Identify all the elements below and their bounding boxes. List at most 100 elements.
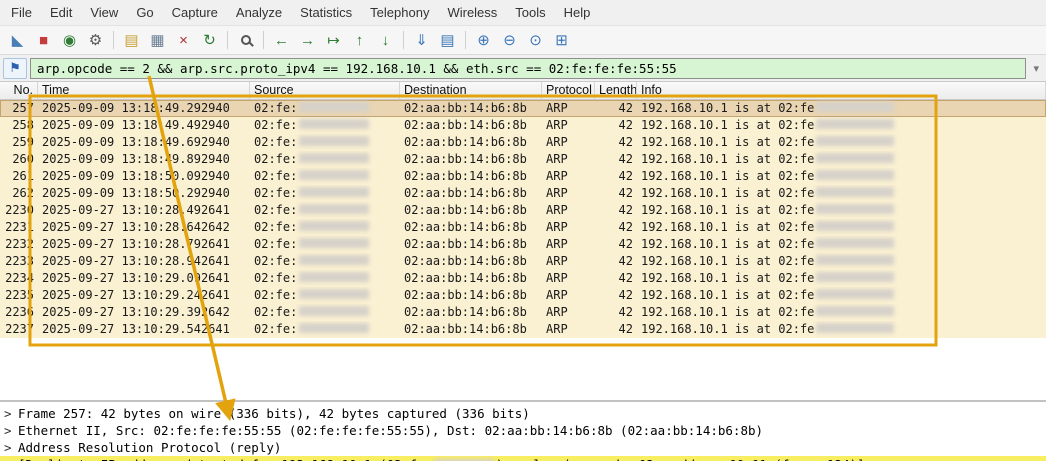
menu-edit[interactable]: Edit <box>41 1 81 24</box>
redacted-blur <box>299 221 370 231</box>
redacted-blur <box>299 204 370 214</box>
detail-line-warning[interactable]: >[Duplicate IP address detected for 192.… <box>0 456 1046 461</box>
packet-row[interactable]: 2233 2025-09-27 13:10:28.942641 02:fe: 02:a… <box>0 253 1046 270</box>
column-header-info[interactable]: Info <box>637 82 1046 99</box>
cell-time: 2025-09-27 13:10:28.642642 <box>42 220 230 234</box>
cell-time: 2025-09-27 13:10:29.092641 <box>42 271 230 285</box>
packet-row[interactable]: 261 2025-09-09 13:18:50.092940 02:fe: 02:aa… <box>0 168 1046 185</box>
close-file-icon[interactable]: × <box>171 28 196 53</box>
auto-scroll-icon[interactable]: ⇓ <box>409 28 434 53</box>
resize-columns-icon[interactable]: ⊞ <box>549 28 574 53</box>
cell-time: 2025-09-09 13:18:49.492940 <box>42 118 230 132</box>
packet-list-empty-area <box>0 370 1046 400</box>
bookmark-icon: ⚑ <box>9 60 21 75</box>
packet-details-pane: > Frame 257: 42 bytes on wire (336 bits),… <box>0 402 1046 461</box>
redacted-blur <box>299 102 370 112</box>
expander-icon[interactable]: > <box>4 456 18 461</box>
menu-go[interactable]: Go <box>127 1 162 24</box>
menu-bar: File Edit View Go Capture Analyze Statistics Te… <box>0 0 1046 26</box>
cell-no: 2237 <box>5 322 34 336</box>
packet-row[interactable]: 260 2025-09-09 13:18:49.892940 02:fe: 02:aa… <box>0 151 1046 168</box>
packet-row[interactable]: 2234 2025-09-27 13:10:29.092641 02:fe: 02:a… <box>0 270 1046 287</box>
colorize-icon[interactable]: ▤ <box>435 28 460 53</box>
menu-wireless[interactable]: Wireless <box>438 1 506 24</box>
cell-no: 259 <box>12 135 34 149</box>
display-filter-input[interactable] <box>30 57 1027 79</box>
filter-bookmark-button[interactable]: ⚑ <box>3 57 27 79</box>
cell-len: 42 <box>618 152 633 166</box>
menu-telephony[interactable]: Telephony <box>361 1 438 24</box>
packet-list: 257 2025-09-09 13:18:49.292940 02:fe: 02:aa… <box>0 100 1046 370</box>
cell-dst: 02:aa:bb:14:b6:8b <box>404 220 527 234</box>
cell-len: 42 <box>618 288 633 302</box>
open-file-icon[interactable]: ▤ <box>119 28 144 53</box>
detail-line[interactable]: > Frame 257: 42 bytes on wire (336 bits),… <box>0 405 1046 422</box>
packet-row[interactable]: 2231 2025-09-27 13:10:28.642642 02:fe: 02:a… <box>0 219 1046 236</box>
packet-row[interactable]: 257 2025-09-09 13:18:49.292940 02:fe: 02:aa… <box>0 100 1046 117</box>
menu-statistics[interactable]: Statistics <box>291 1 361 24</box>
redacted-blur <box>816 272 895 282</box>
packet-row[interactable]: 258 2025-09-09 13:18:49.492940 02:fe: 02:aa… <box>0 117 1046 134</box>
column-header-no[interactable]: No. <box>0 82 38 99</box>
start-capture-icon[interactable]: ◣ <box>5 28 30 53</box>
packet-row[interactable]: 2236 2025-09-27 13:10:29.392642 02:fe: 02:a… <box>0 304 1046 321</box>
cell-pro: ARP <box>546 135 568 149</box>
stop-capture-icon[interactable]: ■ <box>31 28 56 53</box>
cell-no: 2232 <box>5 237 34 251</box>
packet-row[interactable]: 2230 2025-09-27 13:10:28.492641 02:fe: 02:a… <box>0 202 1046 219</box>
zoom-in-icon[interactable]: ⊕ <box>471 28 496 53</box>
cell-time: 2025-09-09 13:18:49.292940 <box>42 101 230 115</box>
column-header-time[interactable]: Time <box>38 82 250 99</box>
cell-info: 192.168.10.1 is at 02:fe <box>637 287 1046 304</box>
cell-info: 192.168.10.1 is at 02:fe <box>637 117 1046 134</box>
cell-pro: ARP <box>546 220 568 234</box>
detail-line[interactable]: > Ethernet II, Src: 02:fe:fe:fe:55:55 (02… <box>0 422 1046 439</box>
redacted-blur <box>816 221 895 231</box>
capture-options-icon[interactable]: ⚙ <box>83 28 108 53</box>
menu-tools[interactable]: Tools <box>506 1 554 24</box>
first-packet-icon[interactable]: ↑ <box>347 28 372 53</box>
menu-view[interactable]: View <box>81 1 127 24</box>
find-packet-icon[interactable] <box>233 28 258 53</box>
zoom-reset-icon[interactable]: ⊙ <box>523 28 548 53</box>
zoom-out-icon[interactable]: ⊖ <box>497 28 522 53</box>
packet-row[interactable]: 2237 2025-09-27 13:10:29.542641 02:fe: 02:a… <box>0 321 1046 338</box>
expander-icon[interactable]: > <box>4 405 18 422</box>
go-to-packet-icon[interactable]: ↦ <box>321 28 346 53</box>
cell-no: 2233 <box>5 254 34 268</box>
column-header-destination[interactable]: Destination <box>400 82 542 99</box>
cell-src: 02:fe: <box>250 253 400 270</box>
packet-row[interactable]: 262 2025-09-09 13:18:50.292940 02:fe: 02:aa… <box>0 185 1046 202</box>
redacted-blur <box>816 119 895 129</box>
go-forward-icon[interactable]: → <box>295 28 320 53</box>
menu-capture[interactable]: Capture <box>163 1 227 24</box>
redacted-blur <box>299 238 370 248</box>
menu-file[interactable]: File <box>2 1 41 24</box>
redacted-blur <box>816 170 895 180</box>
menu-analyze[interactable]: Analyze <box>227 1 291 24</box>
column-header-source[interactable]: Source <box>250 82 400 99</box>
reload-icon[interactable]: ↻ <box>197 28 222 53</box>
expander-icon[interactable]: > <box>4 439 18 456</box>
save-file-icon[interactable]: ▦ <box>145 28 170 53</box>
packet-row[interactable]: 2232 2025-09-27 13:10:28.792641 02:fe: 02:a… <box>0 236 1046 253</box>
redacted-blur <box>299 187 370 197</box>
last-packet-icon[interactable]: ↓ <box>373 28 398 53</box>
redacted-blur <box>299 170 370 180</box>
expander-icon[interactable]: > <box>4 422 18 439</box>
menu-help[interactable]: Help <box>555 1 600 24</box>
column-header-protocol[interactable]: Protocol <box>542 82 595 99</box>
cell-pro: ARP <box>546 186 568 200</box>
restart-capture-icon[interactable]: ◉ <box>57 28 82 53</box>
packet-row[interactable]: 259 2025-09-09 13:18:49.692940 02:fe: 02:aa… <box>0 134 1046 151</box>
detail-line[interactable]: > Address Resolution Protocol (reply) <box>0 439 1046 456</box>
column-header-length[interactable]: Length <box>595 82 637 99</box>
packet-row[interactable]: 2235 2025-09-27 13:10:29.242641 02:fe: 02:a… <box>0 287 1046 304</box>
cell-time: 2025-09-27 13:10:28.942641 <box>42 254 230 268</box>
cell-dst: 02:aa:bb:14:b6:8b <box>404 288 527 302</box>
chevron-down-icon[interactable]: ▾ <box>1029 62 1043 75</box>
toolbar-separator <box>113 31 114 49</box>
cell-info: 192.168.10.1 is at 02:fe <box>637 304 1046 321</box>
go-back-icon[interactable]: ← <box>269 28 294 53</box>
cell-src: 02:fe: <box>250 151 400 168</box>
